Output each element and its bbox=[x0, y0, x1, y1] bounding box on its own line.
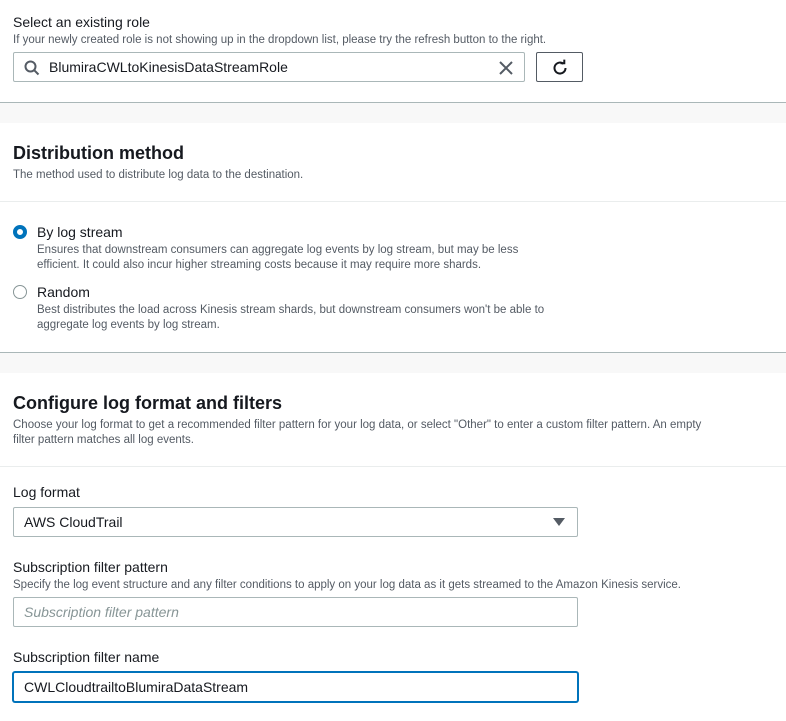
log-format-description: filter pattern matches all log events. bbox=[13, 434, 194, 446]
refresh-icon bbox=[553, 59, 567, 75]
distribution-heading: Distribution method bbox=[13, 143, 184, 163]
divider bbox=[0, 201, 786, 202]
filter-pattern-label: Subscription filter pattern bbox=[13, 559, 168, 575]
log-format-section: Configure log format and filters Choose … bbox=[0, 373, 786, 721]
role-description: If your newly created role is not showin… bbox=[13, 34, 547, 46]
filter-pattern-input[interactable] bbox=[13, 597, 578, 627]
radio-description: aggregate log events by log stream. bbox=[37, 319, 220, 331]
divider bbox=[0, 466, 786, 467]
radio-description: efficient. It could also incur higher st… bbox=[37, 259, 482, 271]
search-icon bbox=[24, 60, 40, 76]
distribution-description: The method used to distribute log data t… bbox=[13, 169, 304, 181]
role-search-input[interactable]: BlumiraCWLtoKinesisDataStreamRole bbox=[13, 52, 525, 82]
filter-pattern-description: Specify the log event structure and any … bbox=[13, 579, 682, 591]
log-format-description: Choose your log format to get a recommen… bbox=[13, 419, 702, 431]
log-format-select[interactable]: AWS CloudTrail bbox=[13, 507, 578, 537]
radio-description: Ensures that downstream consumers can ag… bbox=[37, 244, 519, 256]
filter-name-input[interactable] bbox=[13, 672, 578, 702]
filter-name-label: Subscription filter name bbox=[13, 649, 160, 665]
role-label: Select an existing role bbox=[13, 14, 150, 30]
refresh-button[interactable] bbox=[536, 52, 583, 82]
caret-down-icon bbox=[553, 518, 565, 526]
spacer bbox=[0, 353, 786, 373]
log-format-label: Log format bbox=[13, 484, 80, 500]
radio-random[interactable] bbox=[13, 285, 27, 299]
role-value: BlumiraCWLtoKinesisDataStreamRole bbox=[49, 59, 288, 75]
log-format-value: AWS CloudTrail bbox=[24, 514, 123, 530]
log-format-heading: Configure log format and filters bbox=[13, 393, 283, 413]
radio-label-by-log-stream[interactable]: By log stream bbox=[37, 224, 123, 240]
close-icon[interactable] bbox=[497, 59, 515, 77]
radio-by-log-stream[interactable] bbox=[13, 225, 27, 239]
spacer bbox=[0, 103, 786, 123]
role-section: Select an existing role If your newly cr… bbox=[0, 0, 786, 102]
radio-description: Best distributes the load across Kinesis… bbox=[37, 304, 545, 316]
radio-label-random[interactable]: Random bbox=[37, 284, 90, 300]
